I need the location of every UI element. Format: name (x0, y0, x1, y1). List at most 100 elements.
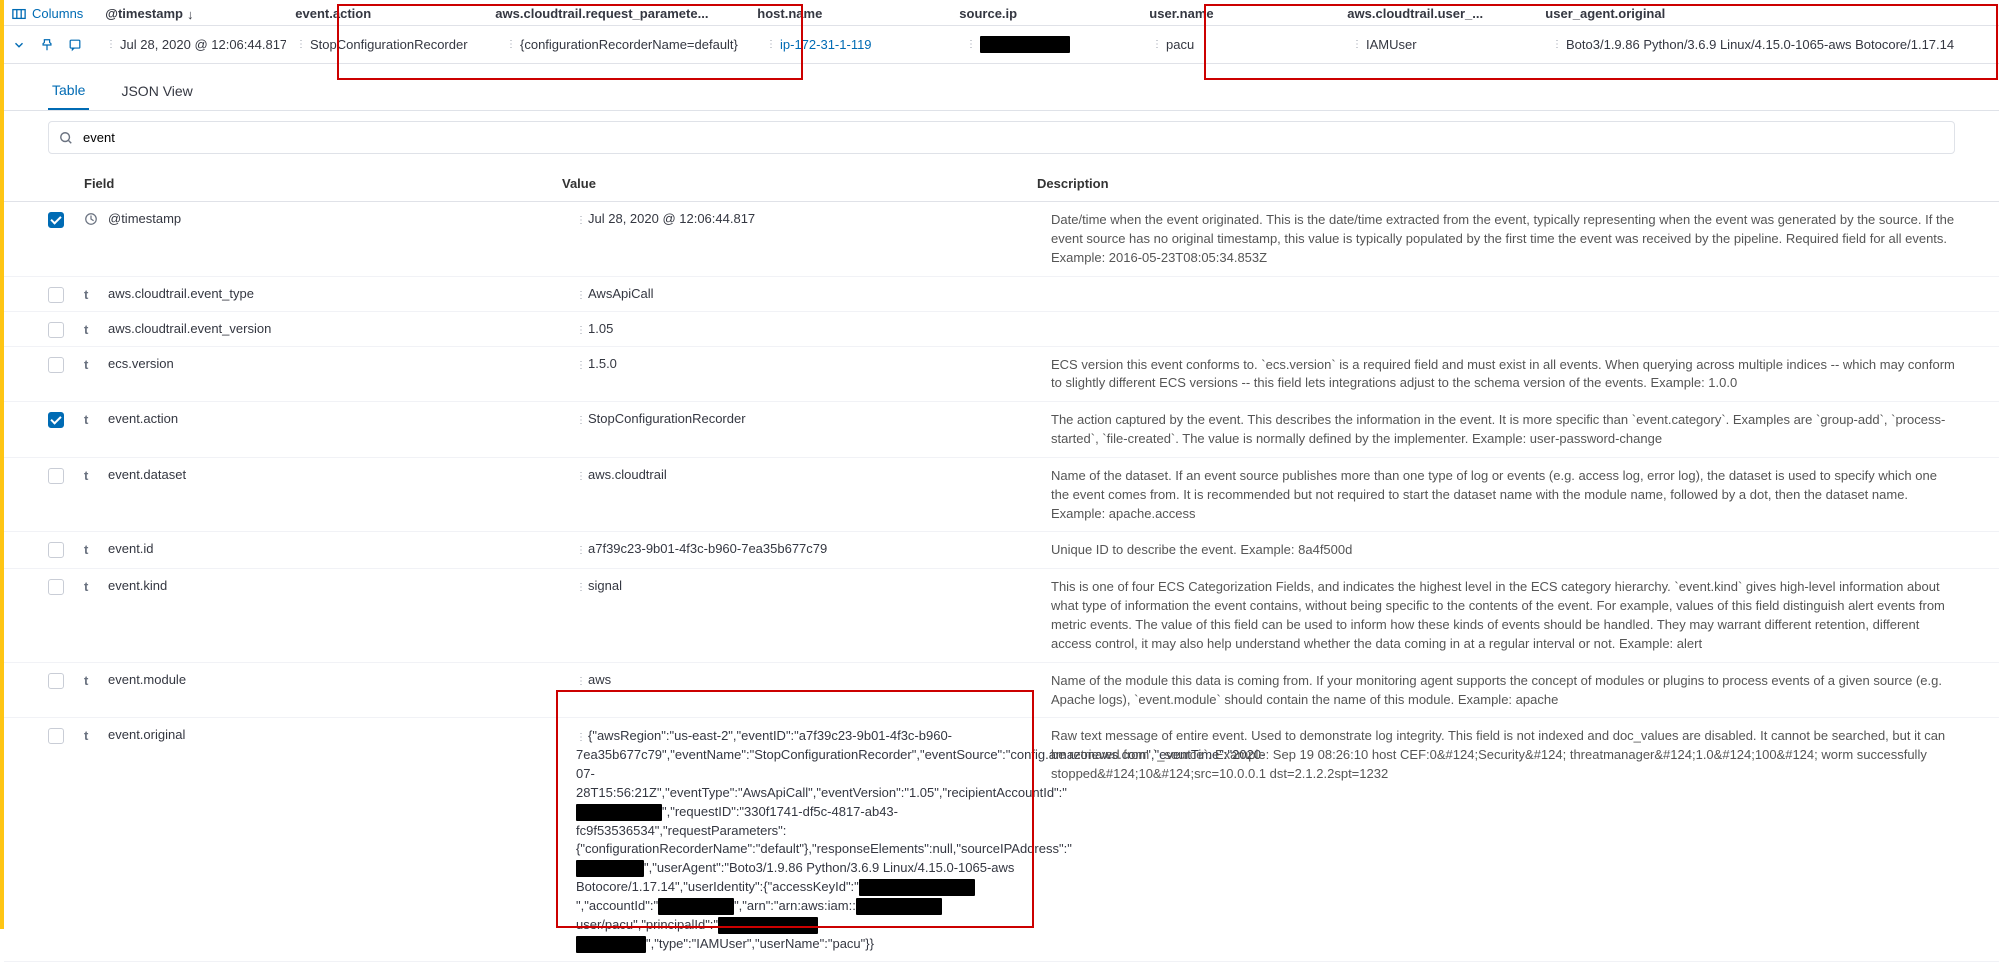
columns-button[interactable]: Columns (12, 6, 95, 21)
cell-host: ⋮ ip-172-31-1-119 (756, 36, 956, 53)
grip-icon[interactable]: ⋮ (576, 545, 586, 556)
checkbox[interactable] (48, 357, 64, 373)
field-value: ⋮aws.cloudtrail (576, 466, 1051, 482)
field-row: taws.cloudtrail.event_type⋮AwsApiCall (4, 277, 1999, 312)
col-source[interactable]: source.ip (949, 6, 1139, 21)
field-row: taws.cloudtrail.event_version⋮1.05 (4, 312, 1999, 347)
grip-icon[interactable]: ⋮ (106, 39, 116, 50)
details-header: Field Value Description (4, 162, 1999, 202)
field-name: event.action (108, 410, 576, 426)
field-row-event-original: t event.original ⋮{"awsRegion":"us-east-… (4, 718, 1999, 962)
pin-icon[interactable] (40, 38, 54, 52)
grip-icon[interactable]: ⋮ (506, 39, 516, 50)
type-text-icon: t (84, 728, 98, 743)
cell-ctuser: ⋮IAMUser (1342, 36, 1542, 53)
grip-icon[interactable]: ⋮ (576, 215, 586, 226)
grip-icon[interactable]: ⋮ (1352, 39, 1362, 50)
col-user[interactable]: user.name (1139, 6, 1337, 21)
cell-action: ⋮StopConfigurationRecorder (286, 36, 496, 53)
grip-icon[interactable]: ⋮ (576, 582, 586, 593)
grip-icon[interactable]: ⋮ (576, 732, 586, 743)
grip-icon[interactable]: ⋮ (1152, 39, 1162, 50)
checkbox[interactable] (48, 673, 64, 689)
notes-icon[interactable] (68, 38, 82, 52)
type-date-icon (84, 212, 98, 229)
fields-list: @timestamp⋮Jul 28, 2020 @ 12:06:44.817Da… (4, 202, 1999, 718)
redacted (576, 860, 644, 877)
field-name: event.module (108, 671, 576, 687)
field-row: t event.action⋮StopConfigurationRecorderT… (4, 402, 1999, 458)
field-value: ⋮AwsApiCall (576, 285, 1051, 301)
column-header-row: Columns @timestamp ↓ event.action aws.cl… (4, 0, 1999, 26)
col-host[interactable]: host.name (747, 6, 949, 21)
grip-icon[interactable]: ⋮ (1552, 39, 1562, 50)
grip-icon[interactable]: ⋮ (576, 676, 586, 687)
type-text-icon: t (84, 412, 98, 427)
column-headers: @timestamp ↓ event.action aws.cloudtrail… (95, 6, 1999, 21)
field-row: tevent.id⋮a7f39c23-9b01-4f3c-b960-7ea35b… (4, 532, 1999, 569)
event-row: ⋮Jul 28, 2020 @ 12:06:44.817 ⋮StopConfig… (4, 26, 1999, 64)
field-desc (1051, 285, 1955, 286)
checkbox[interactable] (48, 542, 64, 558)
grip-icon[interactable]: ⋮ (766, 39, 776, 50)
type-text-icon: t (84, 287, 98, 302)
columns-label: Columns (32, 6, 83, 21)
field-row: t ecs.version⋮1.5.0ECS version this event… (4, 347, 1999, 403)
data-cells: ⋮Jul 28, 2020 @ 12:06:44.817 ⋮StopConfig… (96, 36, 1999, 53)
cell-timestamp: ⋮Jul 28, 2020 @ 12:06:44.817 (96, 36, 286, 53)
host-link[interactable]: ip-172-31-1-119 (780, 37, 872, 52)
cell-request: ⋮{configurationRecorderName=default} (496, 36, 756, 53)
grip-icon[interactable]: ⋮ (576, 325, 586, 336)
grip-icon[interactable]: ⋮ (296, 39, 306, 50)
type-text-icon: t (84, 468, 98, 483)
redacted-ip (980, 36, 1070, 53)
col-request[interactable]: aws.cloudtrail.request_paramete... (485, 6, 747, 21)
grip-icon[interactable]: ⋮ (966, 39, 976, 50)
checkbox[interactable] (48, 412, 64, 428)
search-box[interactable] (48, 121, 1955, 154)
field-desc: This is one of four ECS Categorization F… (1051, 577, 1955, 653)
field-desc: The action captured by the event. This d… (1051, 410, 1955, 449)
type-text-icon: t (84, 357, 98, 372)
field-row: @timestamp⋮Jul 28, 2020 @ 12:06:44.817Da… (4, 202, 1999, 277)
field-row: tevent.module⋮awsName of the module this… (4, 663, 1999, 719)
header-field: Field (84, 176, 562, 191)
field-name: event.kind (108, 577, 576, 593)
field-name: ecs.version (108, 355, 576, 371)
field-value: ⋮1.5.0 (576, 355, 1051, 371)
field-desc: Date/time when the event originated. Thi… (1051, 210, 1955, 268)
field-name: event.id (108, 540, 576, 556)
search-input[interactable] (83, 130, 1944, 145)
checkbox[interactable] (48, 728, 64, 744)
col-ua[interactable]: user_agent.original (1535, 6, 1999, 21)
checkbox[interactable] (48, 287, 64, 303)
field-desc: Unique ID to describe the event. Example… (1051, 540, 1955, 560)
grip-icon[interactable]: ⋮ (576, 415, 586, 426)
tab-table[interactable]: Table (48, 70, 89, 110)
col-action[interactable]: event.action (285, 6, 485, 21)
col-timestamp[interactable]: @timestamp ↓ (95, 6, 285, 21)
field-desc: Name of the dataset. If an event source … (1051, 466, 1955, 524)
grip-icon[interactable]: ⋮ (576, 290, 586, 301)
grip-icon[interactable]: ⋮ (576, 360, 586, 371)
redacted (718, 917, 818, 934)
field-value-event-original: ⋮{"awsRegion":"us-east-2","eventID":"a7f… (576, 726, 1051, 953)
redacted (576, 936, 646, 953)
field-row: tevent.kind⋮signalThis is one of four EC… (4, 569, 1999, 662)
expand-icon[interactable] (12, 38, 26, 52)
checkbox[interactable] (48, 322, 64, 338)
field-desc: ECS version this event conforms to. `ecs… (1051, 355, 1955, 394)
header-value: Value (562, 176, 1037, 191)
tab-json[interactable]: JSON View (117, 70, 196, 110)
field-desc: Raw text message of entire event. Used t… (1051, 726, 1955, 784)
field-value: ⋮Jul 28, 2020 @ 12:06:44.817 (576, 210, 1051, 226)
col-ctuser[interactable]: aws.cloudtrail.user_... (1337, 6, 1535, 21)
checkbox[interactable] (48, 468, 64, 484)
checkbox[interactable] (48, 212, 64, 228)
type-text-icon: t (84, 322, 98, 337)
redacted (859, 879, 975, 896)
checkbox[interactable] (48, 579, 64, 595)
field-value: ⋮aws (576, 671, 1051, 687)
field-value: ⋮StopConfigurationRecorder (576, 410, 1051, 426)
grip-icon[interactable]: ⋮ (576, 471, 586, 482)
